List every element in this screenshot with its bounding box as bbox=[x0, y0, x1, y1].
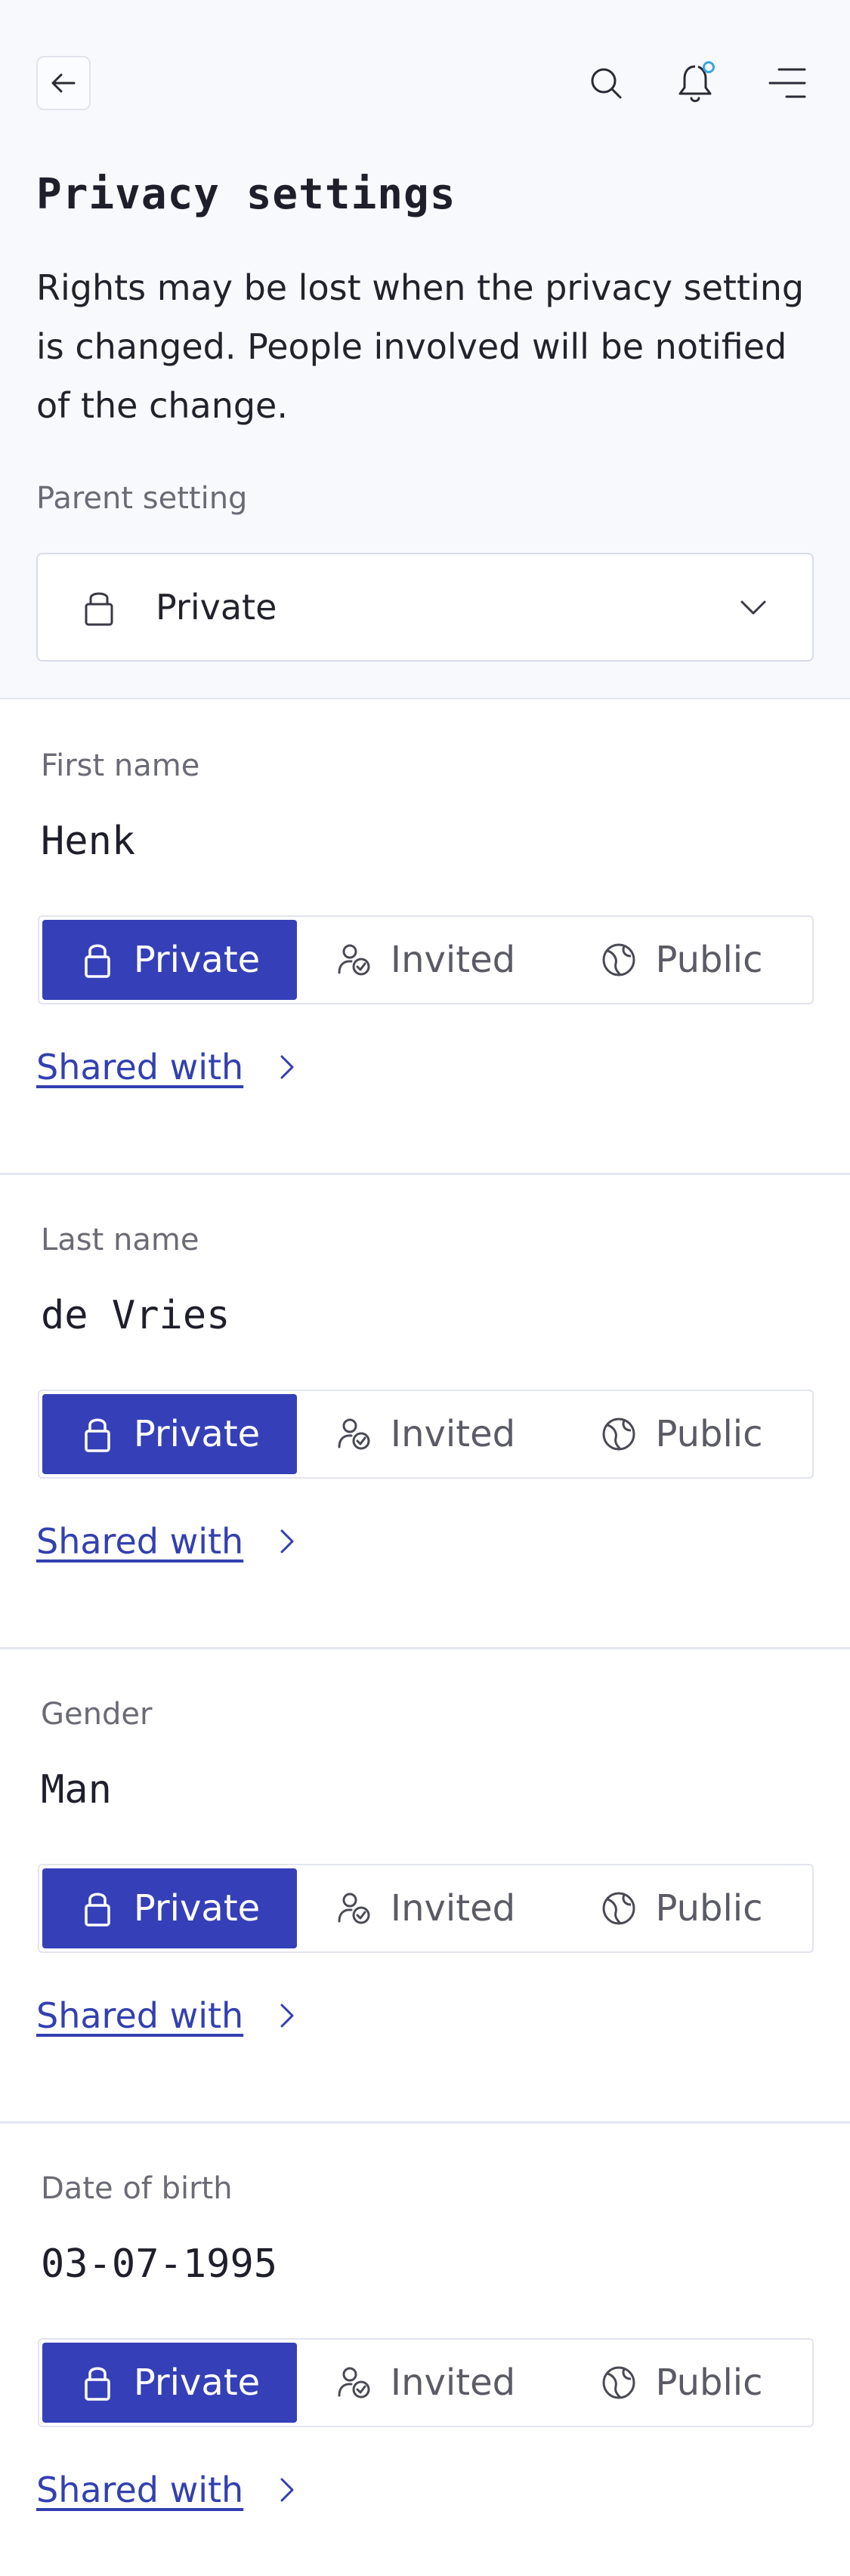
lock-icon bbox=[79, 1890, 116, 1927]
globe-icon bbox=[601, 941, 637, 979]
field-value: Man bbox=[41, 1767, 112, 1812]
option-label: Invited bbox=[390, 2362, 516, 2404]
privacy-toggle: Private Invited Public bbox=[38, 915, 814, 1004]
option-private[interactable]: Private bbox=[42, 1394, 297, 1474]
privacy-field-last-name: Last name de Vries Private Invited Publi… bbox=[0, 1175, 850, 1649]
option-public[interactable]: Public bbox=[555, 2343, 809, 2423]
parent-setting-value: Private bbox=[156, 587, 277, 628]
globe-icon bbox=[601, 1415, 637, 1453]
option-invited[interactable]: Invited bbox=[298, 2343, 553, 2423]
privacy-field-first-name: First name Henk Private Invited Public S… bbox=[0, 701, 850, 1175]
option-label: Public bbox=[655, 1887, 763, 1930]
shared-with-link[interactable]: Shared with bbox=[36, 1989, 298, 2042]
parent-setting-select[interactable]: Private bbox=[36, 553, 814, 662]
privacy-toggle: Private Invited Public bbox=[38, 1390, 814, 1479]
option-private[interactable]: Private bbox=[42, 2343, 297, 2423]
chevron-right-icon bbox=[275, 1052, 298, 1082]
shared-with-label: Shared with bbox=[36, 1995, 244, 2036]
option-label: Private bbox=[133, 1887, 261, 1930]
field-label: Gender bbox=[41, 1697, 153, 1732]
chevron-down-icon bbox=[738, 592, 768, 622]
search-icon bbox=[591, 68, 622, 99]
shared-with-link[interactable]: Shared with bbox=[36, 1041, 298, 1094]
header-section: Privacy settings Rights may be lost when… bbox=[0, 0, 850, 699]
globe-icon bbox=[601, 1890, 637, 1927]
back-button[interactable] bbox=[36, 56, 91, 110]
option-label: Invited bbox=[390, 1413, 516, 1455]
chevron-right-icon bbox=[275, 2001, 298, 2031]
menu-icon bbox=[768, 68, 806, 98]
option-public[interactable]: Public bbox=[555, 920, 809, 1000]
option-label: Private bbox=[133, 939, 261, 981]
lock-icon bbox=[79, 1415, 116, 1453]
shared-with-link[interactable]: Shared with bbox=[36, 1515, 298, 1568]
option-public[interactable]: Public bbox=[555, 1394, 809, 1474]
shared-with-label: Shared with bbox=[36, 1521, 244, 1562]
option-label: Invited bbox=[390, 939, 516, 981]
option-label: Public bbox=[655, 939, 763, 981]
option-invited[interactable]: Invited bbox=[298, 1868, 553, 1948]
option-private[interactable]: Private bbox=[42, 920, 297, 1000]
invited-user-icon bbox=[336, 2364, 372, 2402]
menu-button[interactable] bbox=[760, 56, 814, 110]
notifications-button[interactable] bbox=[669, 56, 724, 110]
option-public[interactable]: Public bbox=[555, 1868, 809, 1948]
chevron-right-icon bbox=[275, 2475, 298, 2505]
invited-user-icon bbox=[336, 1415, 372, 1453]
field-label: Date of birth bbox=[41, 2171, 233, 2206]
search-button[interactable] bbox=[579, 56, 633, 110]
invited-user-icon bbox=[336, 941, 372, 979]
privacy-field-date-of-birth: Date of birth 03-07-1995 Private Invited… bbox=[0, 2124, 850, 2576]
option-label: Public bbox=[655, 1413, 763, 1455]
option-private[interactable]: Private bbox=[42, 1868, 297, 1948]
lock-icon bbox=[83, 588, 115, 627]
field-value: Henk bbox=[41, 819, 136, 864]
option-label: Private bbox=[133, 2362, 261, 2404]
invited-user-icon bbox=[336, 1890, 372, 1927]
option-label: Invited bbox=[390, 1887, 516, 1930]
field-value: 03-07-1995 bbox=[41, 2241, 278, 2287]
parent-setting-label: Parent setting bbox=[36, 481, 248, 516]
shared-with-label: Shared with bbox=[36, 2470, 244, 2510]
shared-with-label: Shared with bbox=[36, 1047, 244, 1087]
page-title: Privacy settings bbox=[36, 170, 456, 219]
bell-icon bbox=[678, 61, 715, 103]
privacy-toggle: Private Invited Public bbox=[38, 2338, 814, 2427]
privacy-field-gender: Gender Man Private Invited Public Shared… bbox=[0, 1649, 850, 2124]
option-invited[interactable]: Invited bbox=[298, 1394, 553, 1474]
lock-icon bbox=[79, 2364, 116, 2402]
option-label: Public bbox=[655, 2362, 763, 2404]
privacy-toggle: Private Invited Public bbox=[38, 1864, 814, 1953]
chevron-right-icon bbox=[275, 1526, 298, 1556]
option-invited[interactable]: Invited bbox=[298, 920, 553, 1000]
globe-icon bbox=[601, 2364, 637, 2402]
lock-icon bbox=[79, 941, 116, 979]
field-label: Last name bbox=[41, 1223, 199, 1257]
intro-text: Rights may be lost when the privacy sett… bbox=[36, 267, 805, 426]
field-value: de Vries bbox=[41, 1293, 230, 1338]
shared-with-link[interactable]: Shared with bbox=[36, 2463, 298, 2516]
arrow-left-icon bbox=[51, 73, 76, 93]
field-label: First name bbox=[41, 748, 200, 783]
option-label: Private bbox=[133, 1413, 261, 1455]
